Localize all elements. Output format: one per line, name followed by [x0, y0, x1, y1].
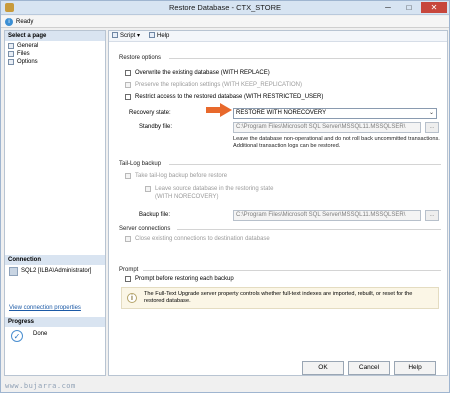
page-label: General	[17, 43, 39, 49]
overwrite-label: Overwrite the existing database (WITH RE…	[135, 70, 270, 76]
page-options[interactable]: Options	[8, 58, 38, 66]
overwrite-checkbox[interactable]	[125, 70, 131, 76]
help-button[interactable]: Help	[394, 361, 436, 375]
cancel-button[interactable]: Cancel	[348, 361, 390, 375]
standby-file-label: Standby file:	[139, 124, 173, 130]
restrict-access-checkbox[interactable]	[125, 94, 131, 100]
backup-browse-button[interactable]: ...	[425, 210, 439, 221]
progress-header: Progress	[5, 317, 105, 327]
info-message: i The Full-Text Upgrade server property …	[121, 287, 439, 309]
info-text: The Full-Text Upgrade server property co…	[144, 291, 413, 305]
arrow-icon	[206, 103, 232, 117]
preserve-replication-label: Preserve the replication settings (WITH …	[135, 82, 302, 88]
divider	[169, 58, 441, 59]
leave-source-checkbox[interactable]	[145, 186, 151, 192]
divider	[169, 164, 441, 165]
view-connection-properties-link[interactable]: View connection properties	[9, 305, 81, 311]
restrict-access-label: Restrict access to the restored database…	[135, 94, 324, 100]
page-icon	[8, 59, 14, 65]
page-general[interactable]: General	[8, 42, 38, 50]
restore-database-window: Restore Database - CTX_STORE ─ □ ✕ i Rea…	[0, 0, 450, 393]
chevron-down-icon: ⌄	[428, 110, 434, 116]
info-icon: i	[127, 293, 137, 303]
leave-source-label: Leave source database in the restoring s…	[155, 186, 274, 192]
standby-file-input[interactable]: C:\Program Files\Microsoft SQL Server\MS…	[233, 122, 421, 133]
chevron-down-icon: ▾	[137, 33, 141, 39]
help-label: Help	[157, 33, 170, 39]
maximize-button[interactable]: □	[399, 2, 419, 13]
prompt-before-label: Prompt before restoring each backup	[135, 276, 234, 282]
watermark: www.bujarra.com	[5, 382, 76, 390]
backup-file-label: Backup file:	[139, 212, 171, 218]
close-button[interactable]: ✕	[421, 2, 447, 13]
leave-source-label-sub: (WITH NORECOVERY)	[155, 194, 219, 200]
options-pane: Script ▾ Help Restore options Overwrite …	[108, 30, 448, 376]
recovery-description: Leave the database non-operational and d…	[233, 136, 440, 150]
status-bar: i Ready	[1, 16, 449, 28]
page-icon	[8, 51, 14, 57]
info-icon: i	[5, 18, 13, 26]
help-toolbar-button[interactable]: Help	[149, 32, 169, 41]
connection-header: Connection	[5, 255, 105, 265]
page-label: Files	[17, 51, 30, 57]
script-icon	[112, 32, 118, 38]
page-label: Options	[17, 59, 38, 65]
title-bar[interactable]: Restore Database - CTX_STORE ─ □ ✕	[1, 1, 449, 15]
server-connections-header: Server connections	[119, 226, 171, 232]
status-text: Ready	[16, 19, 34, 25]
script-label: Script	[120, 33, 136, 39]
prompt-header: Prompt	[119, 267, 139, 273]
select-page-header: Select a page	[5, 31, 105, 41]
restore-options-header: Restore options	[119, 55, 162, 61]
page-icon	[8, 43, 14, 49]
minimize-button[interactable]: ─	[378, 2, 398, 13]
done-check-icon: ✓	[11, 330, 23, 342]
backup-file-input[interactable]: C:\Program Files\Microsoft SQL Server\MS…	[233, 210, 421, 221]
recovery-state-select[interactable]: RESTORE WITH NORECOVERY ⌄	[233, 108, 437, 119]
take-tail-log-checkbox[interactable]	[125, 173, 131, 179]
preserve-replication-checkbox[interactable]	[125, 82, 131, 88]
left-pane: Select a page General Files Options Conn…	[4, 30, 106, 376]
script-button[interactable]: Script ▾	[112, 32, 140, 41]
ok-button[interactable]: OK	[302, 361, 344, 375]
recovery-state-label: Recovery state:	[129, 110, 171, 116]
tail-log-header: Tail-Log backup	[119, 161, 162, 167]
divider	[177, 229, 441, 230]
take-tail-log-label: Take tail-log backup before restore	[135, 173, 228, 179]
recovery-state-value: RESTORE WITH NORECOVERY	[236, 110, 327, 116]
connection-value: SQL2 [ILBA\Administrator]	[21, 268, 92, 274]
server-icon	[9, 267, 18, 276]
close-connections-label: Close existing connections to destinatio…	[135, 236, 270, 242]
standby-browse-button[interactable]: ...	[425, 122, 439, 133]
progress-value: Done	[33, 331, 48, 337]
prompt-before-checkbox[interactable]	[125, 276, 131, 282]
toolbar: Script ▾ Help	[109, 31, 447, 42]
close-connections-checkbox[interactable]	[125, 236, 131, 242]
page-files[interactable]: Files	[8, 50, 30, 58]
divider	[143, 270, 441, 271]
help-icon	[149, 32, 155, 38]
